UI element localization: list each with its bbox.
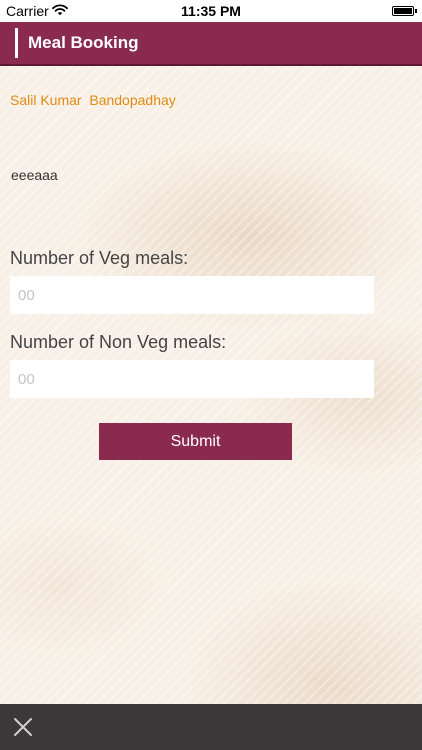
battery-icon bbox=[392, 6, 417, 16]
app-screen: Carrier 11:35 PM Meal Booking Salil Kuma… bbox=[0, 0, 422, 750]
nonveg-meals-input[interactable] bbox=[10, 360, 374, 398]
nav-accent-bar bbox=[15, 28, 18, 58]
veg-meals-label: Number of Veg meals: bbox=[10, 248, 189, 268]
page-title: Meal Booking bbox=[28, 33, 139, 52]
nav-bar: Meal Booking bbox=[0, 22, 422, 66]
status-bar: Carrier 11:35 PM bbox=[0, 0, 422, 22]
close-icon[interactable] bbox=[10, 714, 36, 740]
nonveg-meals-label: Number of Non Veg meals: bbox=[10, 332, 227, 352]
status-time: 11:35 PM bbox=[181, 3, 241, 19]
submit-button[interactable]: Submit bbox=[99, 423, 292, 460]
veg-meals-input[interactable] bbox=[10, 276, 374, 314]
user-name: Salil Kumar Bandopadhay bbox=[10, 92, 176, 108]
info-text: eeeaaa bbox=[11, 167, 58, 183]
bottom-toolbar bbox=[0, 704, 422, 750]
